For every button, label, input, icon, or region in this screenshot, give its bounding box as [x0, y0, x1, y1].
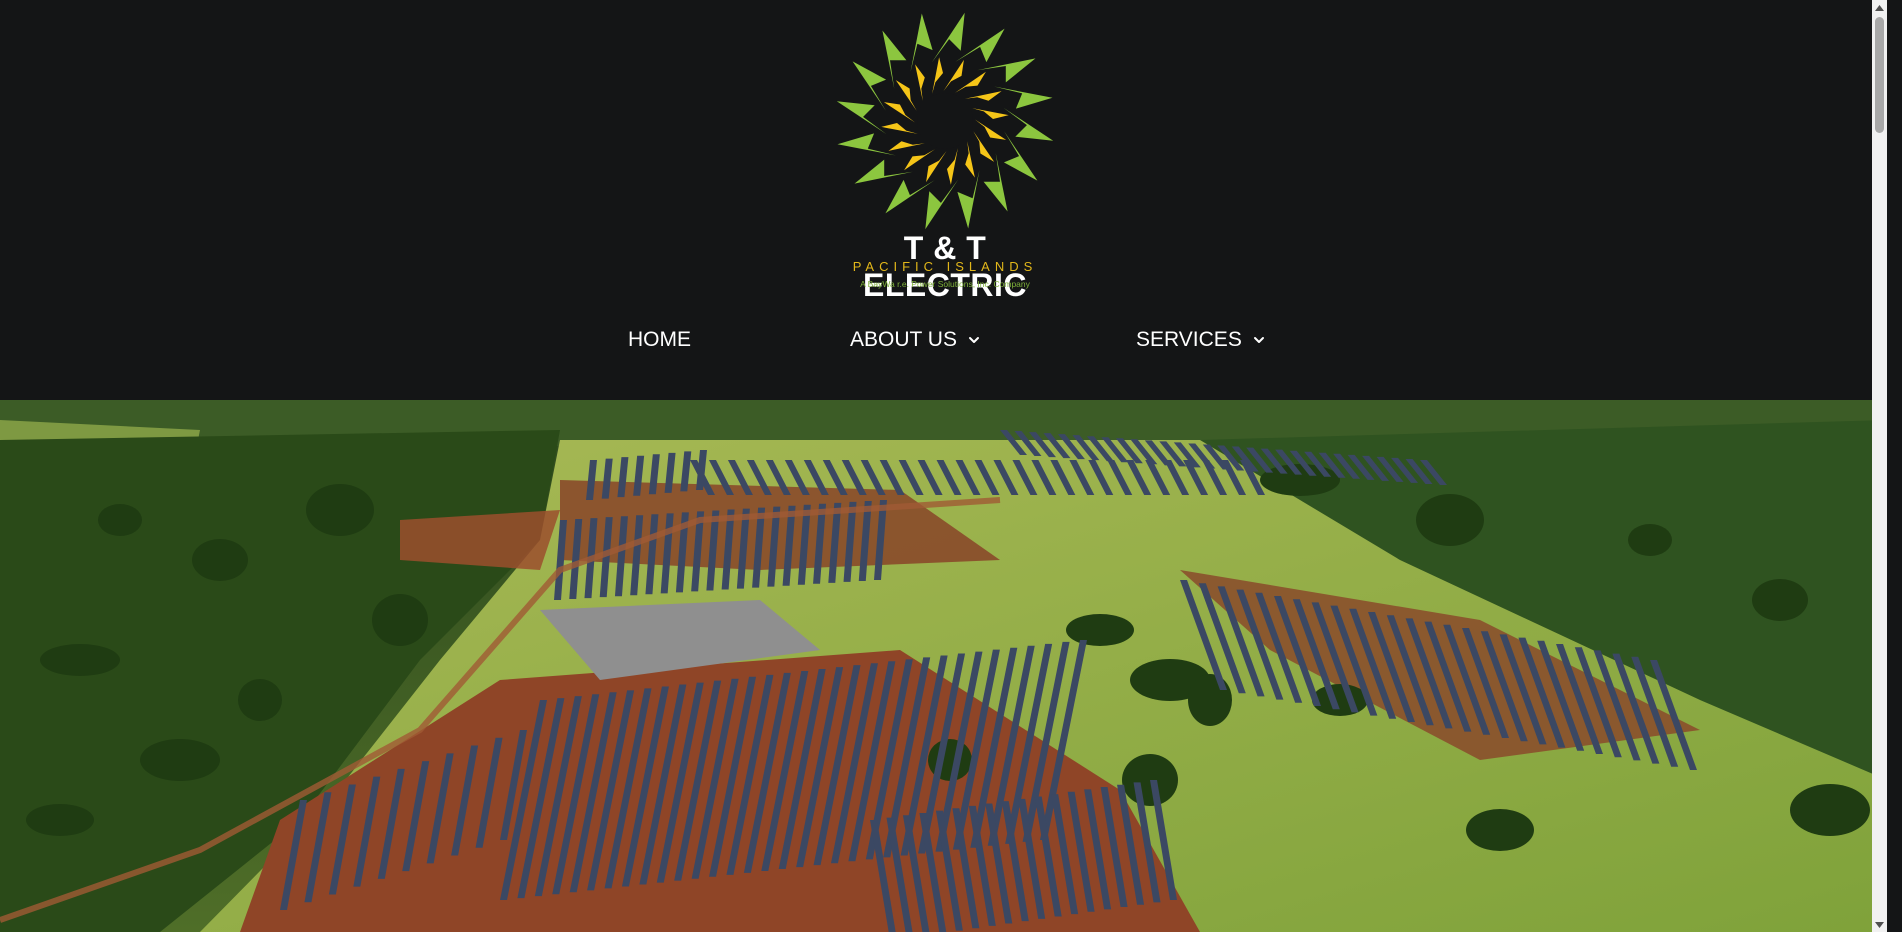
- brand-subtitle: PACIFIC ISLANDS: [852, 259, 1038, 274]
- scrollbar[interactable]: [1872, 0, 1887, 932]
- nav-item-label: HOME: [628, 328, 691, 351]
- aerial-solar-farm-photo: [0, 400, 1887, 932]
- scroll-down-arrow-icon[interactable]: [1872, 917, 1887, 932]
- nav-item-about-us[interactable]: ABOUT US: [850, 320, 981, 360]
- chevron-down-icon: [1253, 337, 1264, 343]
- nav-item-home[interactable]: HOME: [628, 320, 691, 360]
- logo[interactable]: T & T ELECTRIC PACIFIC ISLANDS A BayWa r…: [820, 6, 1070, 303]
- scrollbar-thumb[interactable]: [1875, 17, 1884, 133]
- nav-item-label: ABOUT US: [850, 328, 957, 351]
- site-header: T & T ELECTRIC PACIFIC ISLANDS A BayWa r…: [0, 0, 1887, 400]
- page: T & T ELECTRIC PACIFIC ISLANDS A BayWa r…: [0, 0, 1887, 932]
- chevron-down-icon: [968, 337, 979, 343]
- parent-company-text: A BayWa r.e. Power Solutions, Inc. Compa…: [860, 279, 1030, 289]
- main-nav: HOME ABOUT US SERVICES: [0, 320, 1887, 360]
- scroll-up-arrow-icon[interactable]: [1872, 0, 1887, 15]
- nav-item-services[interactable]: SERVICES: [1136, 320, 1266, 360]
- sunburst-logo-icon: [836, 12, 1054, 230]
- hero-image: [0, 400, 1887, 932]
- nav-item-label: SERVICES: [1136, 328, 1242, 351]
